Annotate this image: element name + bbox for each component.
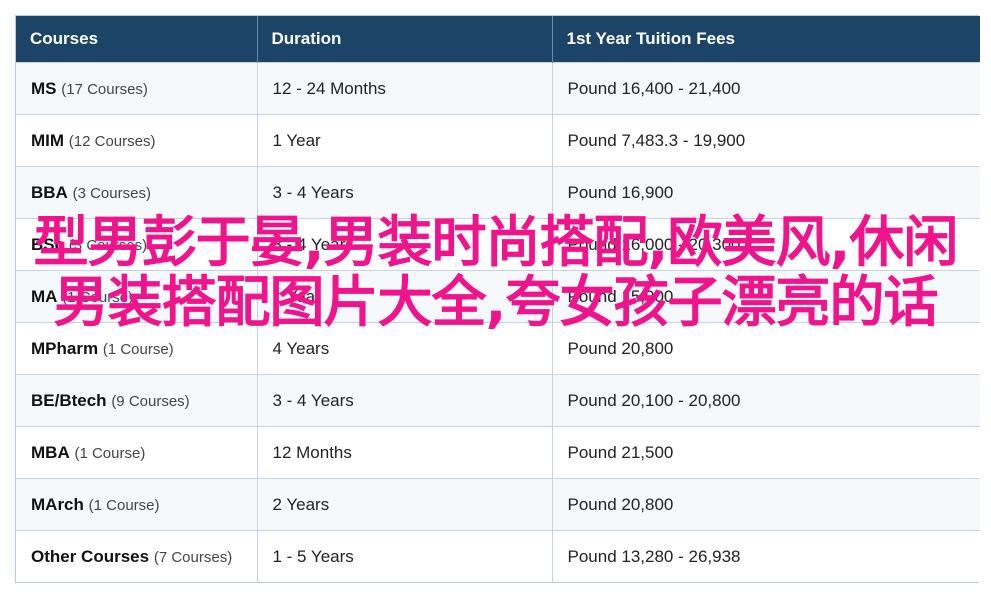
fee-cell: Pound 21,500 <box>552 426 980 479</box>
watermark-overlay-text: 型男彭于晏,男装时尚搭配,欧美风,休闲男装搭配图片大全,夸女孩子漂亮的话 <box>33 210 959 334</box>
course-cell: BE/Btech (9 Courses) <box>16 374 258 427</box>
course-count: (1 Course) <box>74 444 146 462</box>
course-count: (17 Courses) <box>61 80 148 98</box>
course-cell: MS (17 Courses) <box>16 62 258 115</box>
fee-cell: Pound 7,483.3 - 19,900 <box>552 114 980 167</box>
course-count: (1 Course) <box>88 496 160 514</box>
header-duration: Duration <box>257 16 553 63</box>
fee-cell: Pound 20,800 <box>552 478 980 531</box>
duration-cell: 2 Years <box>257 478 553 531</box>
course-cell: MBA (1 Course) <box>16 426 258 479</box>
table-row: MArch (1 Course) 2 Years Pound 20,800 <box>16 478 980 531</box>
course-cell: MIM (12 Courses) <box>16 114 258 167</box>
duration-cell: 3 - 4 Years <box>257 374 553 427</box>
course-count: (12 Courses) <box>68 132 156 150</box>
course-name[interactable]: MS <box>31 79 57 98</box>
course-name[interactable]: MArch <box>31 495 84 514</box>
duration-cell: 12 - 24 Months <box>257 62 553 115</box>
course-name[interactable]: MIM <box>31 131 64 150</box>
duration-cell: 1 - 5 Years <box>257 530 553 582</box>
table-row: Other Courses (7 Courses) 1 - 5 Years Poun… <box>16 530 980 582</box>
table-header-row: Courses Duration 1st Year Tuition Fees <box>16 16 980 63</box>
course-count: (3 Courses) <box>72 184 151 202</box>
table-row: BE/Btech (9 Courses) 3 - 4 Years Pound 20,… <box>16 374 980 427</box>
fee-cell: Pound 20,100 - 20,800 <box>552 374 980 427</box>
fee-cell: Pound 13,280 - 26,938 <box>552 530 980 582</box>
course-name[interactable]: MPharm <box>31 339 98 358</box>
fee-cell: Pound 16,400 - 21,400 <box>552 62 980 115</box>
course-cell: Other Courses (7 Courses) <box>16 530 258 582</box>
course-name[interactable]: BE/Btech <box>31 391 107 410</box>
duration-cell: 12 Months <box>257 426 553 479</box>
header-tuition-fees: 1st Year Tuition Fees <box>552 16 980 63</box>
course-count: (1 Course) <box>102 340 174 358</box>
table-row: MS (17 Courses) 12 - 24 Months Pound 16,40… <box>16 62 980 115</box>
course-name[interactable]: BBA <box>31 183 68 202</box>
table-row: MIM (12 Courses) 1 Year Pound 7,483.3 - 19… <box>16 114 980 167</box>
header-courses: Courses <box>16 16 258 63</box>
course-cell: MArch (1 Course) <box>16 478 258 531</box>
course-name[interactable]: Other Courses <box>31 547 149 566</box>
table-row: MBA (1 Course) 12 Months Pound 21,500 <box>16 426 980 479</box>
course-count: (9 Courses) <box>111 392 190 410</box>
course-name[interactable]: MBA <box>31 443 70 462</box>
course-count: (7 Courses) <box>153 548 233 566</box>
duration-cell: 1 Year <box>257 114 553 167</box>
